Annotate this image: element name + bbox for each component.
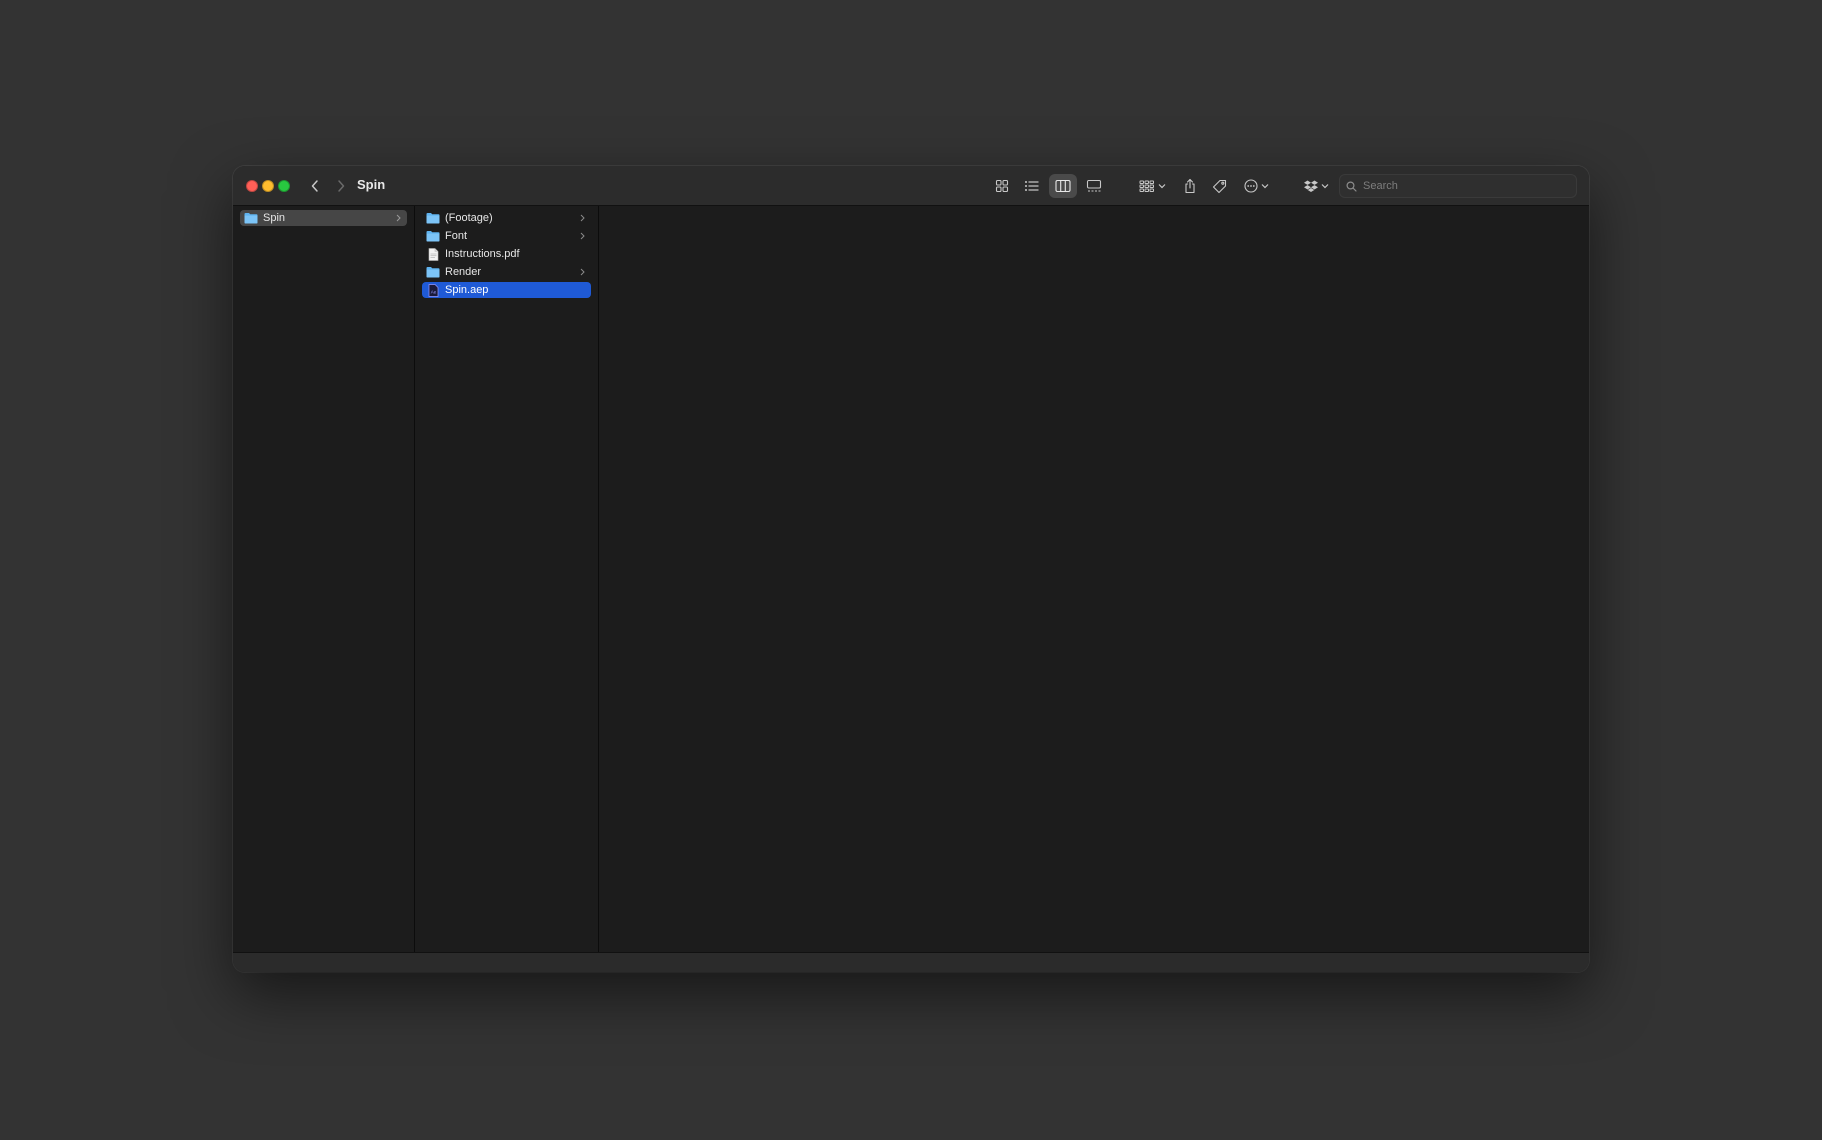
action-menu-button[interactable] [1241,174,1271,198]
status-bar [233,952,1589,972]
column-view-button[interactable] [1049,174,1077,198]
folder-icon [426,211,440,225]
folder-icon [244,211,258,225]
window-title: Spin [357,177,386,192]
item-label: Instructions.pdf [445,248,520,260]
chevron-down-icon [1158,184,1165,189]
document-icon [426,247,440,261]
icon-view-icon [995,179,1009,193]
list-item-instructions-pdf[interactable]: Instructions.pdf [422,246,591,262]
finder-window: Spin Search Spin (Footage) Font Instruct… [233,166,1589,972]
column-view-icon [1055,179,1071,193]
dropbox-icon [1303,180,1318,192]
minimize-window-button[interactable] [262,180,274,192]
close-window-button[interactable] [246,180,258,192]
ellipsis-circle-icon [1243,179,1258,193]
tag-button[interactable] [1208,174,1230,198]
gallery-view-button[interactable] [1080,174,1108,198]
disclosure-chevron-icon [577,232,587,240]
dropbox-button[interactable] [1302,174,1330,198]
icon-view-button[interactable] [988,174,1016,198]
item-label: Font [445,230,468,242]
folder-icon [426,265,440,279]
column-2[interactable]: (Footage) Font Instructions.pdf Render A… [415,206,599,953]
list-item-spin-aep[interactable]: Ae Spin.aep [422,282,591,298]
after-effects-file-icon: Ae [426,283,440,297]
list-item-font-folder[interactable]: Font [422,228,591,244]
share-button[interactable] [1179,174,1201,198]
list-view-button[interactable] [1018,174,1046,198]
group-grid-icon [1139,180,1154,192]
list-item-render-folder[interactable]: Render [422,264,591,280]
search-input[interactable] [1361,179,1565,193]
folder-icon [426,229,440,243]
disclosure-chevron-icon [577,214,587,222]
column-browser: Spin (Footage) Font Instructions.pdf Ren… [233,206,1589,953]
column-1[interactable]: Spin [233,206,415,953]
item-label: Spin [263,212,286,224]
list-item-spin-folder[interactable]: Spin [240,210,407,226]
share-icon [1185,178,1195,194]
chevron-down-icon [1261,184,1268,189]
back-button[interactable] [303,174,327,198]
gallery-view-icon [1086,179,1102,192]
chevron-left-icon [311,180,318,192]
list-view-icon [1025,181,1039,191]
disclosure-chevron-icon [577,268,587,276]
disclosure-chevron-icon [393,214,403,222]
chevron-down-icon [1321,184,1328,189]
search-icon [1346,180,1357,192]
chevron-right-icon [338,180,345,192]
item-label: Spin.aep [445,284,489,296]
forward-button[interactable] [329,174,353,198]
toolbar: Spin [233,166,1589,206]
search-field[interactable] [1339,174,1577,198]
tag-icon [1212,179,1226,193]
svg-text:Ae: Ae [430,289,436,294]
item-label: Render [445,266,482,278]
item-label: (Footage) [445,212,493,224]
zoom-window-button[interactable] [278,180,290,192]
column-3-preview-area[interactable] [599,206,1589,953]
list-item-footage-folder[interactable]: (Footage) [422,210,591,226]
group-by-button[interactable] [1137,174,1167,198]
